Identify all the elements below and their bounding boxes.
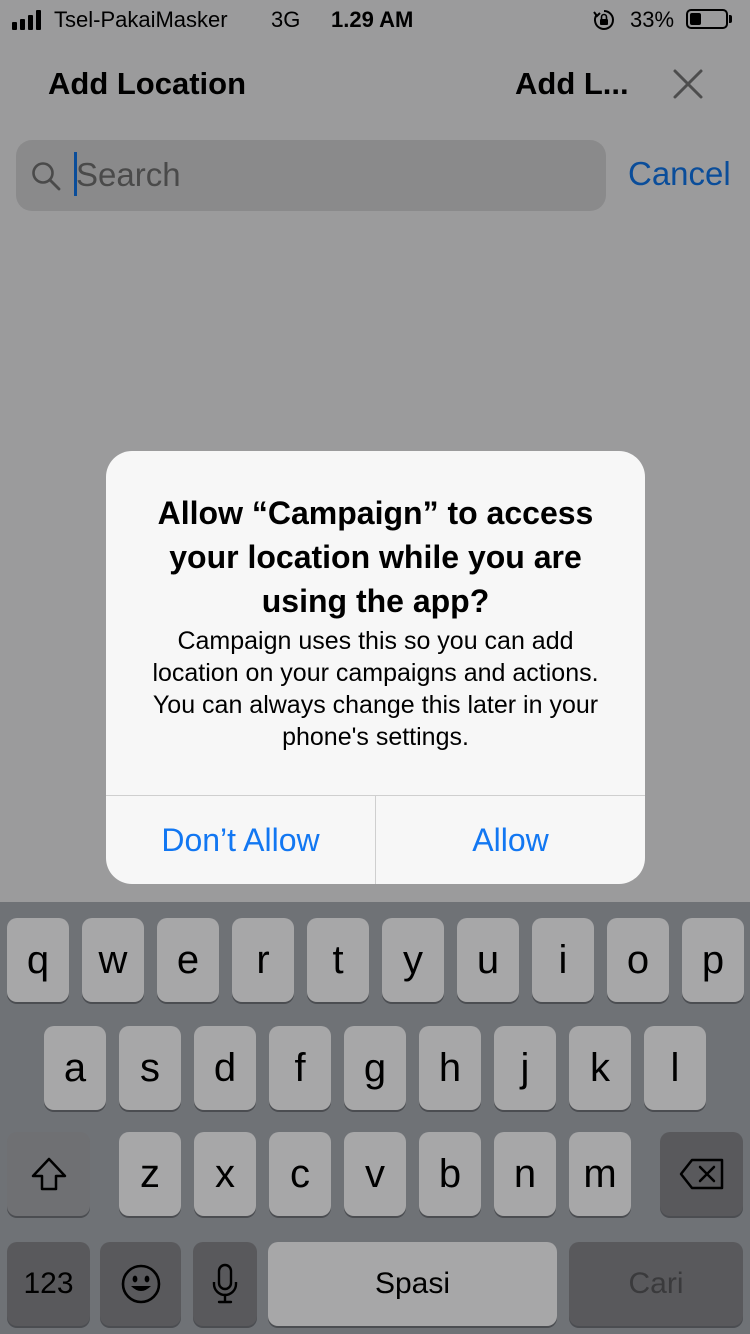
key-z[interactable]: z bbox=[119, 1132, 181, 1216]
key-k[interactable]: k bbox=[569, 1026, 631, 1110]
key-o[interactable]: o bbox=[607, 918, 669, 1002]
key-l[interactable]: l bbox=[644, 1026, 706, 1110]
text-cursor bbox=[74, 152, 77, 196]
key-i[interactable]: i bbox=[532, 918, 594, 1002]
key-j[interactable]: j bbox=[494, 1026, 556, 1110]
numbers-key[interactable]: 123 bbox=[7, 1242, 90, 1326]
delete-key[interactable] bbox=[660, 1132, 743, 1216]
dont-allow-button[interactable]: Don’t Allow bbox=[106, 796, 375, 884]
key-f[interactable]: f bbox=[269, 1026, 331, 1110]
key-d[interactable]: d bbox=[194, 1026, 256, 1110]
page-title: Add Location bbox=[48, 66, 247, 101]
search-input[interactable] bbox=[76, 153, 576, 197]
emoji-key[interactable] bbox=[100, 1242, 181, 1326]
delete-icon bbox=[679, 1158, 723, 1190]
battery-percent: 33% bbox=[630, 7, 675, 32]
battery-icon bbox=[686, 9, 732, 31]
key-v[interactable]: v bbox=[344, 1132, 406, 1216]
allow-button[interactable]: Allow bbox=[376, 796, 645, 884]
key-a[interactable]: a bbox=[44, 1026, 106, 1110]
return-key[interactable]: Cari bbox=[569, 1242, 743, 1326]
key-t[interactable]: t bbox=[307, 918, 369, 1002]
space-key[interactable]: Spasi bbox=[268, 1242, 557, 1326]
key-s[interactable]: s bbox=[119, 1026, 181, 1110]
key-w[interactable]: w bbox=[82, 918, 144, 1002]
key-h[interactable]: h bbox=[419, 1026, 481, 1110]
signal-icon bbox=[12, 10, 48, 30]
dictation-key[interactable] bbox=[193, 1242, 257, 1326]
network-type: 3G bbox=[271, 7, 301, 32]
key-b[interactable]: b bbox=[419, 1132, 481, 1216]
key-p[interactable]: p bbox=[682, 918, 744, 1002]
microphone-icon bbox=[212, 1263, 238, 1304]
key-u[interactable]: u bbox=[457, 918, 519, 1002]
close-icon[interactable] bbox=[672, 68, 704, 100]
dialog-title: Allow “Campaign” to access your location… bbox=[157, 495, 594, 619]
page-title-truncated: Add L... bbox=[515, 66, 629, 101]
keyboard: q w e r t y u i o p a s d f g h j k l z … bbox=[0, 902, 750, 1334]
key-c[interactable]: c bbox=[269, 1132, 331, 1216]
status-bar: Tsel-PakaiMasker 3G 1.29 AM 33% bbox=[0, 0, 750, 40]
key-m[interactable]: m bbox=[569, 1132, 631, 1216]
location-permission-dialog: Allow “Campaign” to access your location… bbox=[106, 451, 645, 884]
emoji-icon bbox=[121, 1264, 160, 1304]
cancel-button[interactable]: Cancel bbox=[628, 155, 731, 193]
shift-key[interactable] bbox=[7, 1132, 90, 1216]
dialog-message: Campaign uses this so you can add locati… bbox=[152, 627, 599, 751]
key-y[interactable]: y bbox=[382, 918, 444, 1002]
search-icon bbox=[32, 162, 61, 191]
key-e[interactable]: e bbox=[157, 918, 219, 1002]
key-x[interactable]: x bbox=[194, 1132, 256, 1216]
key-q[interactable]: q bbox=[7, 918, 69, 1002]
key-r[interactable]: r bbox=[232, 918, 294, 1002]
key-n[interactable]: n bbox=[494, 1132, 556, 1216]
key-g[interactable]: g bbox=[344, 1026, 406, 1110]
shift-icon bbox=[31, 1157, 66, 1191]
clock: 1.29 AM bbox=[331, 7, 414, 32]
rotation-lock-icon bbox=[593, 10, 614, 30]
carrier-name: Tsel-PakaiMasker bbox=[54, 7, 228, 32]
